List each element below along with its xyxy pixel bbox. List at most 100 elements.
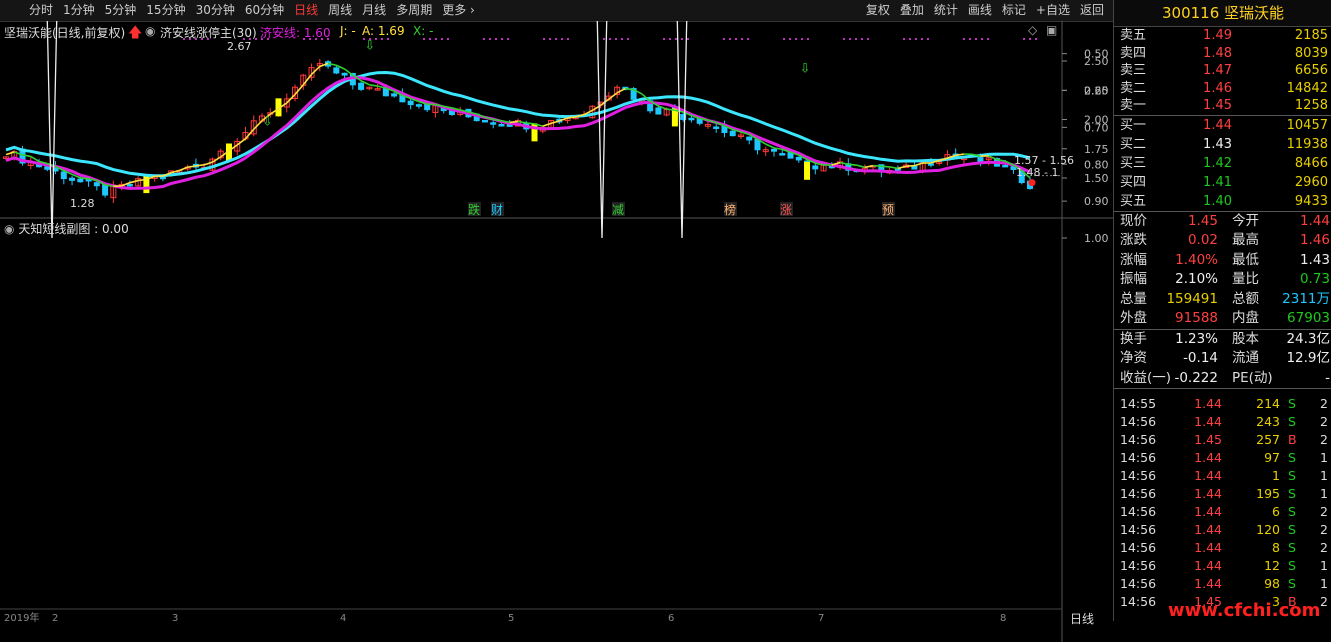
chart-area[interactable]: 2.502.252.001.751.501.000.900.800.700.60… xyxy=(0,21,1113,642)
y-tick-label: 0.90 xyxy=(1084,195,1109,208)
candle xyxy=(730,131,735,135)
tab-0[interactable]: 分时 xyxy=(24,0,58,21)
buy-row[interactable]: 买四1.412960 xyxy=(1114,173,1331,192)
window-icon[interactable]: ▣ xyxy=(1046,23,1057,37)
marker-dot xyxy=(741,38,743,40)
book-volume: 6656 xyxy=(1295,62,1328,80)
sell-row[interactable]: 卖三1.476656 xyxy=(1114,62,1331,80)
marker-dot xyxy=(789,38,791,40)
indicator-name[interactable]: 济安线涨停主(30) xyxy=(160,24,257,41)
tool-6[interactable]: 返回 xyxy=(1075,0,1109,21)
sell-row[interactable]: 卖五1.492185 xyxy=(1114,27,1331,45)
tab-9[interactable]: 多周期 xyxy=(391,0,437,21)
candle xyxy=(772,149,777,151)
x-tick-label: 7 xyxy=(818,613,824,624)
buy-row[interactable]: 买二1.4311938 xyxy=(1114,135,1331,154)
book-price: 1.43 xyxy=(1203,135,1232,154)
buy-book: 买一1.4410457买二1.4311938买三1.428466买四1.4129… xyxy=(1114,116,1331,211)
sub-chart-title: ◉ 天知短线副图 : 0.00 xyxy=(4,220,129,237)
marker-dot xyxy=(663,38,665,40)
candle xyxy=(482,120,487,122)
tick-row[interactable]: 14:561.44120S2 xyxy=(1114,521,1331,539)
right-toolbar: 复权叠加统计画线标记+自选返回 xyxy=(861,0,1109,21)
signal-line-segment xyxy=(914,163,922,166)
tick-row[interactable]: 14:561.44195S1 xyxy=(1114,485,1331,503)
marker-dot xyxy=(549,38,551,40)
marker-dot xyxy=(861,38,863,40)
tab-4[interactable]: 30分钟 xyxy=(191,0,240,21)
signal-label: 减 xyxy=(612,203,624,217)
limit-up-bar xyxy=(804,162,810,180)
candle xyxy=(342,73,347,75)
marker-dot xyxy=(729,38,731,40)
tick-row[interactable]: 14:561.44243S2 xyxy=(1114,413,1331,431)
signal-line-segment xyxy=(80,178,88,179)
marker-dot xyxy=(603,38,605,40)
tab-8[interactable]: 月线 xyxy=(357,0,391,21)
candle xyxy=(416,105,421,107)
sub-indicator-line xyxy=(4,21,1032,238)
candle xyxy=(928,164,933,166)
marker-dot xyxy=(507,38,509,40)
marker-dot xyxy=(447,38,449,40)
marker-dot xyxy=(735,38,737,40)
settings-circle-icon[interactable]: ◉ xyxy=(145,24,155,38)
marker-dot xyxy=(969,38,971,40)
marker-dot xyxy=(981,38,983,40)
sell-row[interactable]: 卖二1.4614842 xyxy=(1114,80,1331,98)
tab-5[interactable]: 60分钟 xyxy=(240,0,289,21)
tab-10[interactable]: 更多 › xyxy=(437,0,480,21)
marker-dot xyxy=(495,38,497,40)
marker-dot xyxy=(381,38,383,40)
marker-dot xyxy=(627,38,629,40)
quote-panel: 卖五1.492185卖四1.488039卖三1.476656卖二1.461484… xyxy=(1113,27,1331,621)
buy-row[interactable]: 买三1.428466 xyxy=(1114,154,1331,173)
candle xyxy=(978,158,983,162)
buy-row[interactable]: 买一1.4410457 xyxy=(1114,116,1331,135)
sell-row[interactable]: 卖一1.451258 xyxy=(1114,97,1331,115)
book-label: 卖四 xyxy=(1120,45,1146,63)
tab-1[interactable]: 1分钟 xyxy=(58,0,100,21)
buy-row[interactable]: 买五1.409433 xyxy=(1114,192,1331,211)
tool-1[interactable]: 叠加 xyxy=(895,0,929,21)
x-tick-label: 3 xyxy=(172,613,178,624)
tick-row[interactable]: 14:561.453B2 xyxy=(1114,593,1331,611)
tick-row[interactable]: 14:561.4412S1 xyxy=(1114,557,1331,575)
tab-6[interactable]: 日线 xyxy=(289,0,323,21)
tool-5[interactable]: +自选 xyxy=(1031,0,1075,21)
tick-list[interactable]: 14:551.44214S214:561.44243S214:561.45257… xyxy=(1114,389,1331,611)
tick-row[interactable]: 14:561.4497S1 xyxy=(1114,449,1331,467)
diamond-icon[interactable]: ◇ xyxy=(1028,23,1037,37)
tool-3[interactable]: 画线 xyxy=(963,0,997,21)
a-value: A: 1.69 xyxy=(362,24,405,38)
marker-dot xyxy=(567,38,569,40)
down-arrow-icon: ⇩ xyxy=(262,114,273,129)
signal-line-segment xyxy=(526,123,534,124)
book-volume: 8466 xyxy=(1295,154,1328,173)
candle xyxy=(796,157,801,160)
tick-row[interactable]: 14:561.45257B2 xyxy=(1114,431,1331,449)
tool-4[interactable]: 标记 xyxy=(997,0,1031,21)
tool-2[interactable]: 统计 xyxy=(929,0,963,21)
marker-dot xyxy=(561,38,563,40)
tick-row[interactable]: 14:561.4498S1 xyxy=(1114,575,1331,593)
tab-7[interactable]: 周线 xyxy=(323,0,357,21)
tool-0[interactable]: 复权 xyxy=(861,0,895,21)
tab-3[interactable]: 15分钟 xyxy=(141,0,190,21)
y-tick-label: 0.70 xyxy=(1084,121,1109,134)
book-label: 买二 xyxy=(1120,135,1146,154)
sell-row[interactable]: 卖四1.488039 xyxy=(1114,45,1331,63)
tab-2[interactable]: 5分钟 xyxy=(100,0,142,21)
marker-dot xyxy=(987,38,989,40)
marker-dot xyxy=(747,38,749,40)
x-tick-label: 5 xyxy=(508,613,514,624)
tick-row[interactable]: 14:561.448S2 xyxy=(1114,539,1331,557)
down-arrow-icon: ⇩ xyxy=(364,38,375,53)
marker-dot xyxy=(687,38,689,40)
y-tick-label: 1.00 xyxy=(1084,232,1109,245)
settings-circle-icon[interactable]: ◉ xyxy=(4,222,14,236)
tick-row[interactable]: 14:561.441S1 xyxy=(1114,467,1331,485)
tick-row[interactable]: 14:561.446S2 xyxy=(1114,503,1331,521)
tick-row[interactable]: 14:551.44214S2 xyxy=(1114,395,1331,413)
marker-dot xyxy=(609,38,611,40)
